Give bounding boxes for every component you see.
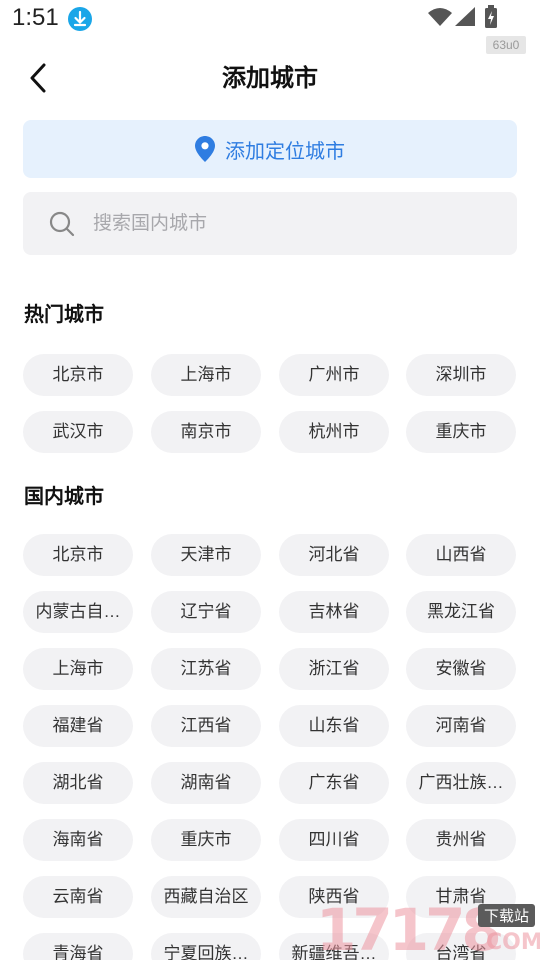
domestic-city-chip[interactable]: 吉林省 (279, 591, 389, 633)
location-pin-icon (195, 136, 215, 162)
add-location-city-label: 添加定位城市 (225, 140, 345, 163)
domestic-cities-title: 国内城市 (24, 486, 104, 508)
domestic-city-chip[interactable]: 海南省 (23, 819, 133, 861)
domestic-city-chip[interactable]: 宁夏回族… (151, 933, 261, 960)
hot-city-chip[interactable]: 深圳市 (406, 354, 516, 396)
domestic-city-chip[interactable]: 四川省 (279, 819, 389, 861)
hot-city-chip[interactable]: 重庆市 (406, 411, 516, 453)
domestic-city-chip[interactable]: 江苏省 (151, 648, 261, 690)
wifi-icon (428, 7, 452, 32)
watermark-tag: 下载站 (478, 904, 536, 927)
build-tag: 63u0 (486, 36, 526, 54)
hot-city-chip[interactable]: 武汉市 (23, 411, 133, 453)
hot-city-chip[interactable]: 杭州市 (279, 411, 389, 453)
domestic-city-chip[interactable]: 内蒙古自… (23, 591, 133, 633)
domestic-city-chip[interactable]: 福建省 (23, 705, 133, 747)
domestic-city-chip[interactable]: 山东省 (279, 705, 389, 747)
domestic-city-chip[interactable]: 广东省 (279, 762, 389, 804)
status-bar: 1:51 63u0 (0, 0, 540, 54)
domestic-city-chip[interactable]: 浙江省 (279, 648, 389, 690)
watermark-digits: 17178 (316, 896, 502, 960)
domestic-city-chip[interactable]: 青海省 (23, 933, 133, 960)
domestic-city-chip[interactable]: 贵州省 (406, 819, 516, 861)
domestic-city-chip[interactable]: 云南省 (23, 876, 133, 918)
domestic-city-chip[interactable]: 河北省 (279, 534, 389, 576)
battery-icon (484, 5, 498, 34)
hot-city-chip[interactable]: 北京市 (23, 354, 133, 396)
status-time: 1:51 (12, 4, 59, 31)
signal-icon (454, 7, 476, 32)
domestic-city-chip[interactable]: 湖南省 (151, 762, 261, 804)
hot-city-chip[interactable]: 南京市 (151, 411, 261, 453)
domestic-city-chip[interactable]: 广西壮族… (406, 762, 516, 804)
domestic-city-chip[interactable]: 辽宁省 (151, 591, 261, 633)
domestic-city-chip[interactable]: 西藏自治区 (151, 876, 261, 918)
add-location-city-button[interactable]: 添加定位城市 (23, 120, 517, 178)
hot-cities-title: 热门城市 (24, 304, 104, 326)
hot-city-chip[interactable]: 上海市 (151, 354, 261, 396)
hot-city-chip[interactable]: 广州市 (279, 354, 389, 396)
domestic-city-chip[interactable]: 北京市 (23, 534, 133, 576)
watermark-suffix: COM (486, 930, 540, 955)
domestic-city-chip[interactable]: 河南省 (406, 705, 516, 747)
search-box[interactable] (23, 192, 517, 255)
domestic-city-chip[interactable]: 上海市 (23, 648, 133, 690)
download-icon (68, 7, 92, 31)
domestic-city-chip[interactable]: 湖北省 (23, 762, 133, 804)
domestic-city-chip[interactable]: 天津市 (151, 534, 261, 576)
domestic-city-chip[interactable]: 黑龙江省 (406, 591, 516, 633)
page-title: 添加城市 (222, 65, 318, 92)
search-icon (49, 211, 75, 237)
domestic-city-chip[interactable]: 山西省 (406, 534, 516, 576)
domestic-city-chip[interactable]: 江西省 (151, 705, 261, 747)
search-input[interactable] (93, 192, 493, 255)
domestic-city-chip[interactable]: 安徽省 (406, 648, 516, 690)
domestic-city-chip[interactable]: 重庆市 (151, 819, 261, 861)
watermark-logo: 17178 下载站 COM (316, 900, 540, 960)
